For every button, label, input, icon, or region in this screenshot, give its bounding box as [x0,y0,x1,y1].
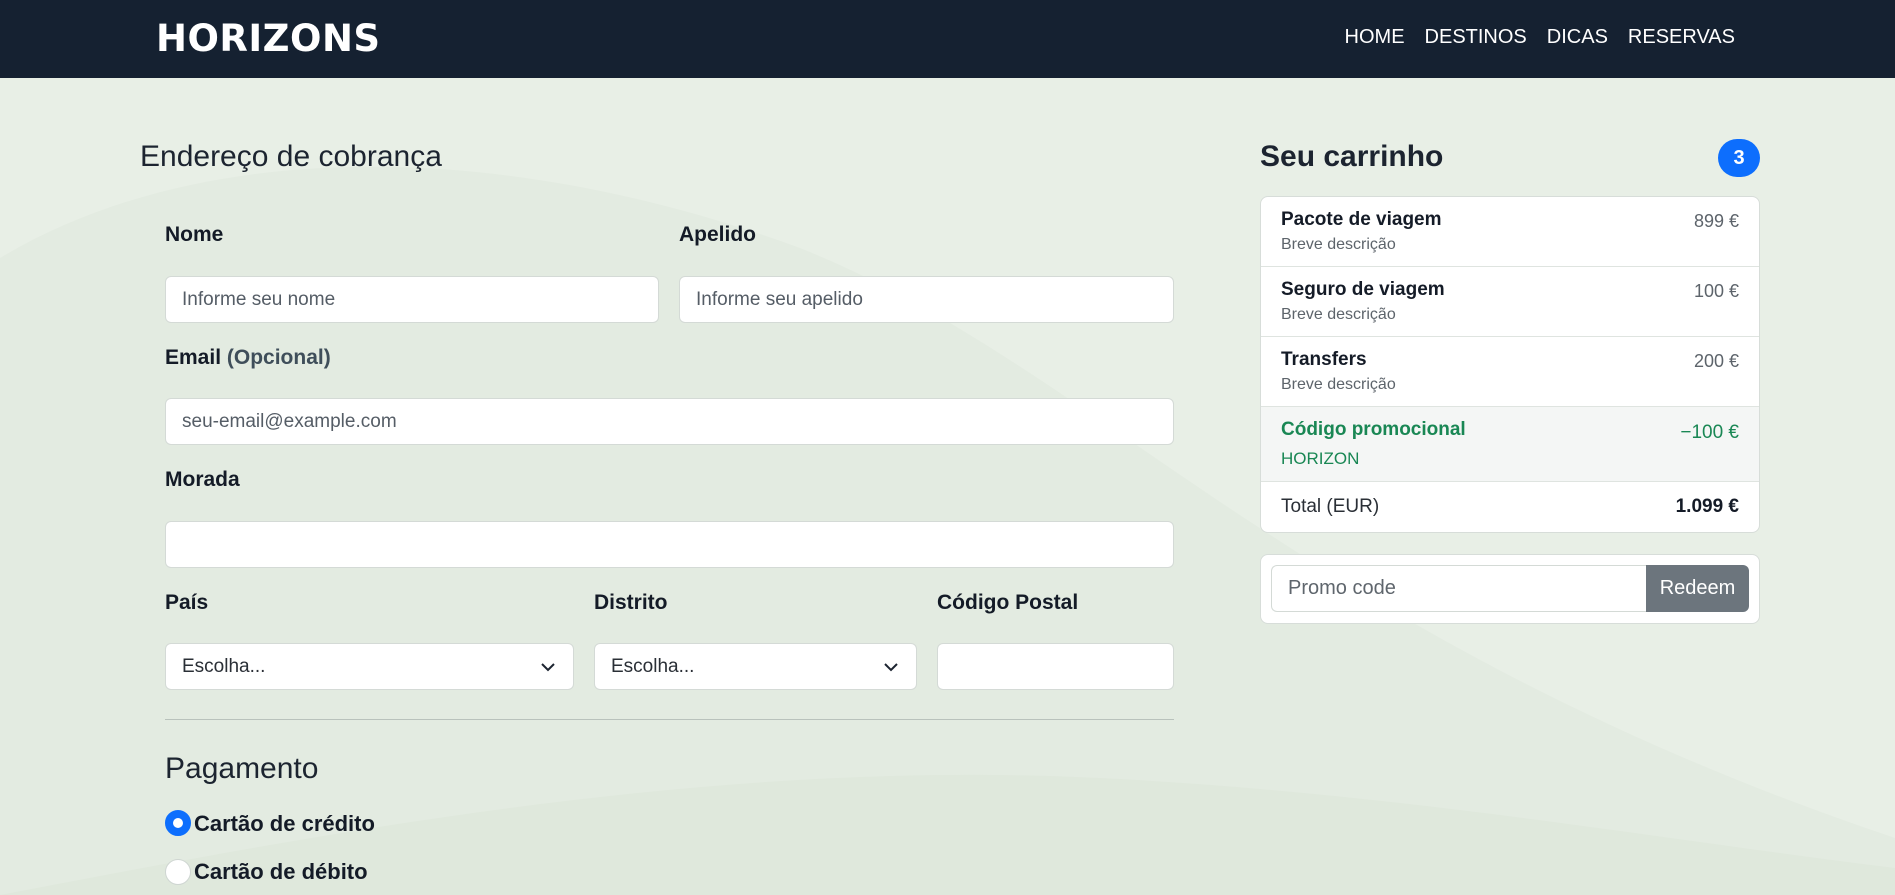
cart-item-price: 899 € [1693,211,1739,231]
payment-title: Pagamento [165,752,319,785]
debit-card-label[interactable]: Cartão de débito [194,859,368,885]
postal-code-label: Código Postal [937,591,1079,614]
nav-destinos[interactable]: DESTINOS [1425,26,1527,49]
top-navbar: HORIZONS HOME DESTINOS DICAS RESERVAS [0,0,1895,78]
country-label: País [165,591,209,614]
last-name-input[interactable]: Informe seu apelido [679,276,1174,323]
cart-item-name: Seguro de viagem [1281,279,1445,300]
cart-item-name: Transfers [1281,349,1367,370]
promo-code-row: Código promocional HORIZON −100 € [1261,407,1759,482]
radio-credit-card[interactable] [165,810,191,836]
cart-item-name: Pacote de viagem [1281,209,1442,230]
cart-item: Pacote de viagem Breve descrição 899 € [1261,197,1759,267]
promo-code-input[interactable]: Promo code [1271,565,1647,612]
cart-list: Pacote de viagem Breve descrição 899 € S… [1260,196,1760,533]
promo-code-label: Código promocional [1281,419,1466,440]
country-select-value: Escolha... [182,655,266,677]
email-label: Email (Opcional) [165,346,331,370]
cart-count-badge: 3 [1718,139,1760,177]
promo-code-form: Promo code Redeem [1260,554,1760,624]
brand-logo[interactable]: HORIZONS [156,17,381,60]
cart-title: Seu carrinho [1260,140,1444,173]
nav-dicas[interactable]: DICAS [1547,26,1608,49]
section-divider [165,719,1174,720]
address-label: Morada [165,468,240,491]
postal-code-input[interactable] [937,643,1174,690]
first-name-input[interactable]: Informe seu nome [165,276,659,323]
cart-item: Seguro de viagem Breve descrição 100 € [1261,267,1759,337]
cart-item-price: 100 € [1693,281,1739,301]
total-label: Total (EUR) [1281,496,1380,517]
email-optional-text: (Opcional) [226,346,331,369]
promo-discount: −100 € [1680,422,1739,443]
radio-debit-card[interactable] [165,859,191,885]
address-input[interactable] [165,521,1174,568]
cart-item-description: Breve descrição [1281,376,1396,393]
billing-title: Endereço de cobrança [140,140,442,173]
nav-reservas[interactable]: RESERVAS [1628,26,1735,49]
country-select[interactable]: Escolha... [165,643,574,690]
cart-total-row: Total (EUR) 1.099 € [1261,482,1759,532]
chevron-down-icon [882,658,900,676]
first-name-label: Nome [165,223,224,246]
nav-home[interactable]: HOME [1345,26,1405,49]
email-label-text: Email [165,346,222,369]
cart-item-description: Breve descrição [1281,236,1396,253]
cart-item-description: Breve descrição [1281,306,1396,323]
main-nav: HOME DESTINOS DICAS RESERVAS [1345,26,1735,49]
cart-item: Transfers Breve descrição 200 € [1261,337,1759,407]
email-input[interactable]: seu-email@example.com [165,398,1174,445]
cart-item-price: 200 € [1693,351,1739,371]
promo-code-value: HORIZON [1281,449,1360,468]
total-value: 1.099 € [1675,496,1739,517]
chevron-down-icon [539,658,557,676]
redeem-button[interactable]: Redeem [1646,565,1749,612]
last-name-label: Apelido [679,223,756,246]
district-label: Distrito [594,591,668,614]
district-select[interactable]: Escolha... [594,643,917,690]
district-select-value: Escolha... [611,655,695,677]
credit-card-label[interactable]: Cartão de crédito [194,811,375,837]
